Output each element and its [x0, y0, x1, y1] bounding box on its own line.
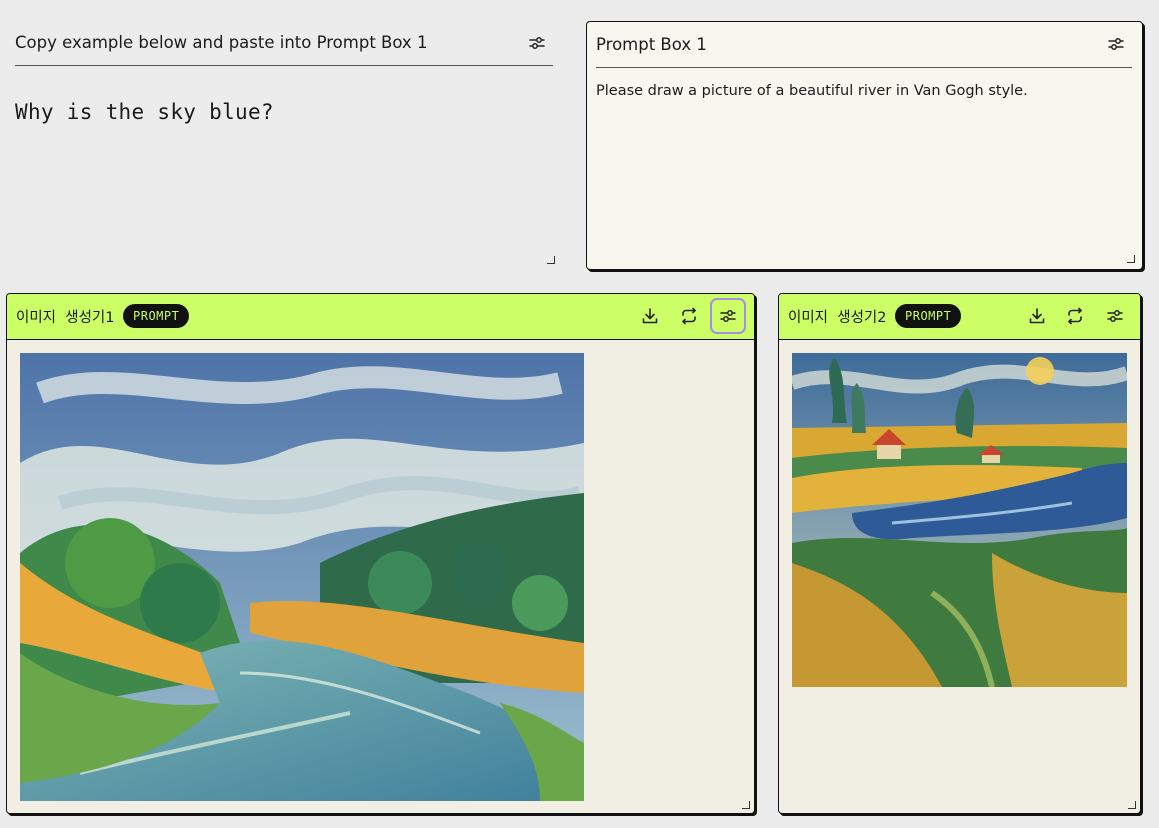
- generator-title: 이미지 생성기2: [788, 310, 887, 326]
- regenerate-icon[interactable]: [678, 305, 700, 327]
- prompt-textarea[interactable]: Please draw a picture of a beautiful riv…: [596, 83, 1028, 99]
- generator-title: 이미지 생성기1: [16, 310, 115, 326]
- download-icon[interactable]: [1026, 305, 1048, 327]
- example-panel: Copy example below and paste into Prompt…: [0, 0, 570, 270]
- resize-handle[interactable]: [1128, 801, 1136, 809]
- sliders-icon[interactable]: [526, 32, 548, 54]
- prompt-box-divider: [596, 67, 1132, 68]
- regenerate-icon[interactable]: [1064, 305, 1086, 327]
- generated-image: [792, 353, 1127, 687]
- resize-handle[interactable]: [547, 256, 555, 264]
- example-textarea[interactable]: Why is the sky blue?: [15, 100, 274, 124]
- generated-image: [20, 353, 584, 801]
- generator-header: 이미지 생성기2 PROMPT: [779, 294, 1140, 340]
- prompt-badge[interactable]: PROMPT: [123, 304, 190, 328]
- sliders-icon[interactable]: [1105, 33, 1127, 55]
- image-generator-1: 이미지 생성기1 PROMPT: [6, 293, 755, 814]
- resize-handle[interactable]: [742, 801, 750, 809]
- prompt-badge[interactable]: PROMPT: [895, 304, 962, 328]
- prompt-box-title: Prompt Box 1: [596, 35, 707, 54]
- resize-handle[interactable]: [1127, 255, 1135, 263]
- sliders-icon[interactable]: [710, 298, 746, 334]
- image-generator-2: 이미지 생성기2 PROMPT: [778, 293, 1141, 814]
- download-icon[interactable]: [639, 305, 661, 327]
- prompt-box: Prompt Box 1 Please draw a picture of a …: [586, 21, 1143, 270]
- generator-header: 이미지 생성기1 PROMPT: [7, 294, 754, 340]
- example-divider: [15, 65, 553, 66]
- example-title: Copy example below and paste into Prompt…: [15, 33, 428, 52]
- sliders-icon[interactable]: [1104, 305, 1126, 327]
